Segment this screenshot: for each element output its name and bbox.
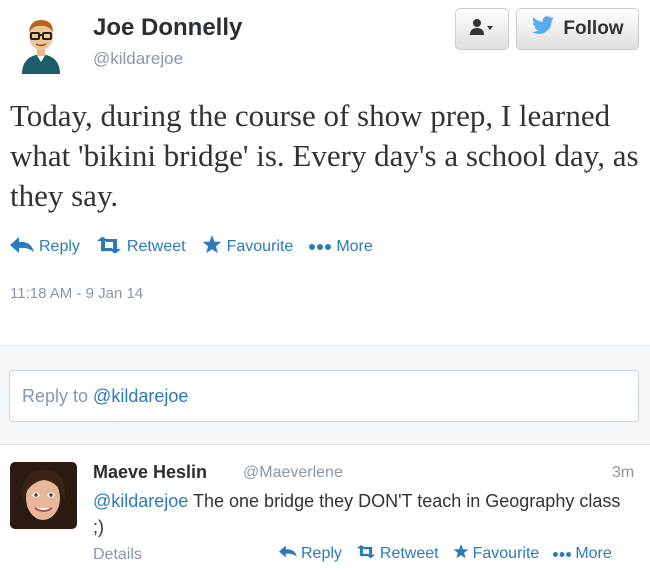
reply-text: @kildarejoe The one bridge they DON'T te… [93, 488, 633, 540]
more-dots-icon [309, 238, 332, 256]
more-action[interactable]: More [309, 238, 373, 256]
user-actions-button[interactable] [455, 8, 509, 50]
author-name[interactable]: Joe Donnelly [93, 14, 242, 42]
more-label: More [336, 238, 373, 255]
twitter-bird-icon [531, 16, 555, 42]
follow-label: Follow [563, 18, 624, 39]
reply-icon [10, 236, 34, 258]
tweet-text: Today, during the course of show prep, I… [10, 98, 639, 213]
retweet-icon [96, 235, 122, 258]
retweet-action[interactable]: Retweet [96, 235, 186, 258]
tweet-timestamp[interactable]: 11:18 AM - 9 Jan 14 [10, 285, 143, 302]
reply-action[interactable]: Reply [10, 236, 80, 258]
author-avatar[interactable] [10, 12, 72, 74]
author-handle[interactable]: @kildarejoe [93, 49, 183, 69]
reply-tweet-reply-action[interactable]: Reply [279, 545, 342, 563]
reply-time[interactable]: 3m [612, 464, 634, 482]
reply-avatar[interactable] [10, 462, 77, 529]
retweet-label: Retweet [379, 545, 439, 562]
favourite-star-icon [202, 235, 222, 259]
reply-author-handle[interactable]: @Maeverlene [243, 464, 343, 482]
reply-details-link[interactable]: Details [93, 546, 142, 564]
more-label: More [575, 545, 612, 562]
reply-tweet-favourite-action[interactable]: Favourite [453, 544, 540, 564]
favourite-action[interactable]: Favourite [202, 235, 294, 259]
user-dropdown-icon [470, 18, 494, 41]
reply-input[interactable]: Reply to @kildarejoe [9, 370, 639, 422]
follow-button[interactable]: Follow [516, 8, 639, 50]
retweet-icon [356, 544, 376, 563]
reply-author-name[interactable]: Maeve Heslin [93, 462, 207, 483]
reply-label: Reply [39, 238, 80, 255]
retweet-label: Retweet [126, 238, 186, 255]
reply-text-mention[interactable]: @kildarejoe [93, 491, 188, 511]
reply-tweet-actions: Reply Retweet Favourite More [279, 544, 612, 564]
reply-label: Reply [301, 545, 342, 562]
more-dots-icon [553, 545, 572, 563]
reply-icon [279, 545, 297, 563]
reply-mention: @kildarejoe [93, 385, 189, 406]
favourite-label: Favourite [226, 238, 294, 255]
reply-tweet-retweet-action[interactable]: Retweet [356, 544, 439, 563]
reply-tweet-more-action[interactable]: More [553, 545, 612, 563]
tweet-actions: Reply Retweet Favourite More [10, 235, 389, 259]
favourite-star-icon [453, 544, 469, 564]
favourite-label: Favourite [472, 545, 540, 562]
reply-prefix: Reply to [22, 385, 89, 406]
